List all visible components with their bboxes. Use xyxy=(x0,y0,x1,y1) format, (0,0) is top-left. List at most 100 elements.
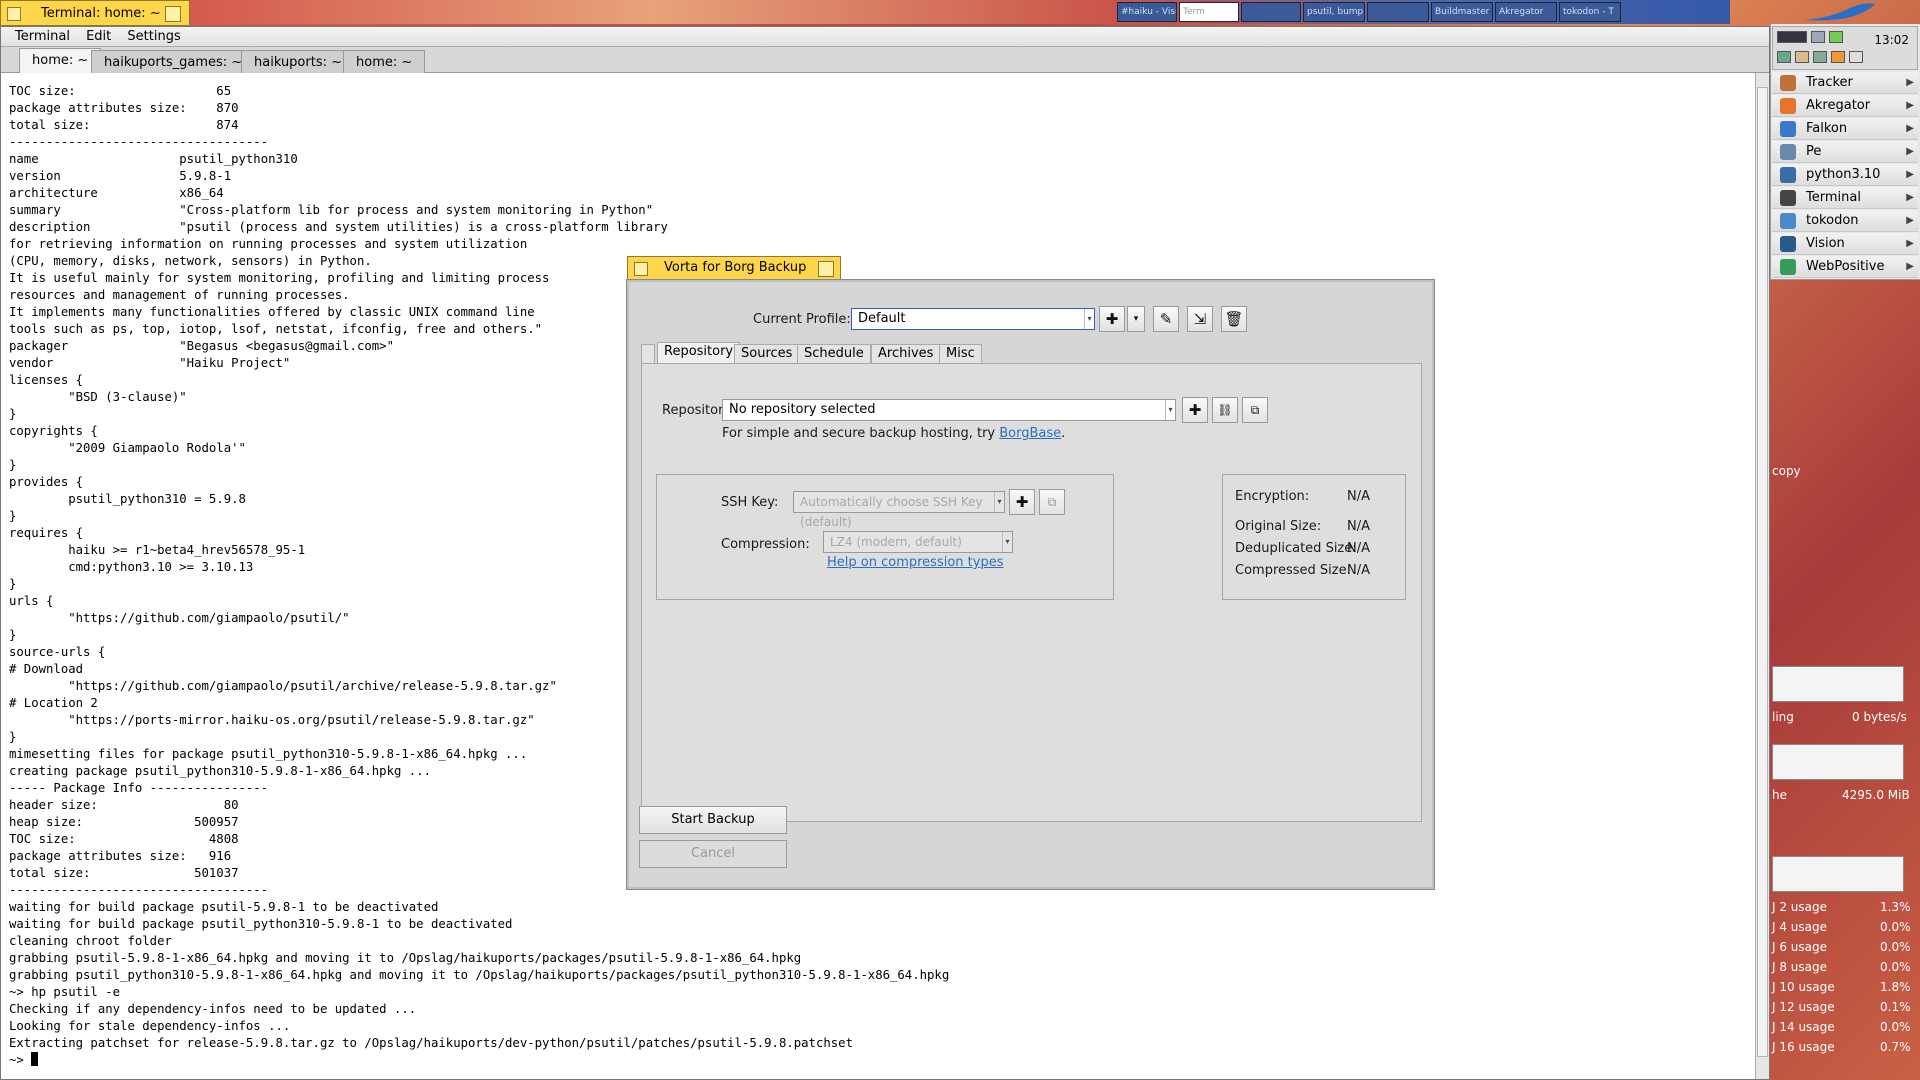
cpu-usage-label: J 2 usage xyxy=(1772,900,1828,914)
terminal-window-tab[interactable]: Terminal: home: ~ xyxy=(0,0,190,26)
terminal-line: grabbing psutil_python310-5.9.8-1-x86_64… xyxy=(9,968,950,982)
stat-value: N/A xyxy=(1347,489,1370,504)
vorta-window-tab[interactable]: Vorta for Borg Backup xyxy=(627,256,841,280)
tray-app-icon[interactable] xyxy=(1795,51,1809,63)
thumb-window[interactable]: #haiku - Visi xyxy=(1117,2,1177,22)
chevron-down-icon: ▾ xyxy=(1084,309,1094,329)
add-ssh-key-button[interactable]: ✚ xyxy=(1009,489,1035,515)
deskbar-tray: 13:02 xyxy=(1772,26,1918,70)
tray-app-icon[interactable] xyxy=(1777,51,1791,63)
delete-profile-button[interactable]: 🗑 xyxy=(1221,306,1247,332)
stat-value: N/A xyxy=(1347,519,1370,534)
menu-settings[interactable]: Settings xyxy=(121,27,186,47)
deskbar-item-falkon[interactable]: Falkon ▶ xyxy=(1772,118,1918,140)
network-icon[interactable] xyxy=(1811,31,1825,43)
cpu-usage-label: J 6 usage xyxy=(1772,940,1828,954)
ssh-key-select[interactable]: Automatically choose SSH Key (default) ▾ xyxy=(793,491,1005,529)
thumb-window[interactable]: Akregator xyxy=(1495,2,1557,22)
compression-help-link[interactable]: Help on compression types xyxy=(827,555,1003,570)
borgbase-link[interactable]: BorgBase xyxy=(999,426,1061,441)
tray-app-icon[interactable] xyxy=(1849,51,1863,63)
repo-settings-group: SSH Key: Automatically choose SSH Key (d… xyxy=(656,474,1114,600)
deskbar-item-webpositive[interactable]: WebPositive ▶ xyxy=(1772,256,1918,278)
terminal-line: total size: 874 xyxy=(9,118,239,132)
deskbar-item-akregator[interactable]: Akregator ▶ xyxy=(1772,95,1918,117)
thumb-window[interactable]: tokodon - T xyxy=(1559,2,1621,22)
terminal-line: cleaning chroot folder xyxy=(9,934,172,948)
add-repository-button[interactable]: ✚ xyxy=(1182,397,1208,423)
thumb-window[interactable]: Buildmaster xyxy=(1431,2,1493,22)
compression-select[interactable]: LZ4 (modern, default) ▾ xyxy=(823,531,1013,553)
terminal-scrollbar[interactable] xyxy=(1755,73,1769,1079)
edit-profile-button[interactable]: ✎ xyxy=(1153,306,1179,332)
side-he-label: he xyxy=(1772,788,1787,802)
chevron-down-icon: ▾ xyxy=(1165,400,1175,420)
deskbar-item-label: Vision xyxy=(1806,236,1845,251)
hosting-hint-end: . xyxy=(1061,426,1066,441)
unlink-repository-button[interactable]: ⛓ xyxy=(1212,397,1238,423)
workspace-icon[interactable] xyxy=(1777,31,1807,43)
thumb-window[interactable] xyxy=(1241,2,1301,22)
tab-haikuports[interactable]: haikuports: ~ xyxy=(241,50,356,73)
scrollbar-thumb[interactable] xyxy=(1757,87,1768,1057)
tray-app-icon[interactable] xyxy=(1813,51,1827,63)
cpu-usage-label: J 14 usage xyxy=(1772,1020,1835,1034)
close-icon[interactable] xyxy=(7,7,21,21)
deskbar-item-vision[interactable]: Vision ▶ xyxy=(1772,233,1918,255)
tokodon-icon xyxy=(1780,213,1796,229)
chevron-right-icon: ▶ xyxy=(1906,238,1914,249)
terminal-line: Checking if any dependency-infos need to… xyxy=(9,1002,417,1016)
tab-schedule[interactable]: Schedule xyxy=(797,344,871,364)
profile-menu-button[interactable]: ▾ xyxy=(1127,306,1145,332)
terminal-line: ~> hp psutil -e xyxy=(9,985,121,999)
repository-select[interactable]: No repository selected ▾ xyxy=(722,399,1176,421)
chevron-right-icon: ▶ xyxy=(1906,215,1914,226)
deskbar-item-tracker[interactable]: Tracker ▶ xyxy=(1772,72,1918,94)
terminal-line: name psutil_python310 xyxy=(9,152,298,166)
copy-repository-button[interactable]: ⧉ xyxy=(1242,397,1268,423)
tab-sources[interactable]: Sources xyxy=(734,344,800,364)
export-profile-button[interactable]: ⇲ xyxy=(1187,306,1213,332)
vision-icon xyxy=(1780,236,1796,252)
deskbar-item-tokodon[interactable]: tokodon ▶ xyxy=(1772,210,1918,232)
cpu-usage-label: J 12 usage xyxy=(1772,1000,1835,1014)
python-icon xyxy=(1780,167,1796,183)
chevron-down-icon: ▾ xyxy=(1002,532,1012,552)
deskbar-item-terminal[interactable]: Terminal ▶ xyxy=(1772,187,1918,209)
haiku-leaf-icon[interactable] xyxy=(1800,0,1880,26)
menu-edit[interactable]: Edit xyxy=(80,27,117,47)
battery-icon[interactable] xyxy=(1829,31,1843,43)
thumb-window[interactable] xyxy=(1367,2,1429,22)
tab-archives[interactable]: Archives xyxy=(871,344,941,364)
deskbar-item-python[interactable]: python3.10 ▶ xyxy=(1772,164,1918,186)
terminal-tab-bar: home: ~ haikuports_games: ~ haikuports: … xyxy=(1,47,1769,73)
terminal-line: Looking for stale dependency-infos ... xyxy=(9,1019,291,1033)
rss-icon xyxy=(1780,98,1796,114)
terminal-prompt-line[interactable]: ~> xyxy=(9,1052,1749,1069)
tab-home-1[interactable]: home: ~ xyxy=(19,48,102,73)
zoom-icon[interactable] xyxy=(818,261,834,277)
tab-misc[interactable]: Misc xyxy=(939,344,982,364)
add-profile-button[interactable]: ✚ xyxy=(1099,306,1125,332)
thumb-window[interactable]: psutil, bump xyxy=(1303,2,1365,22)
tab-repository[interactable]: Repository xyxy=(657,342,741,364)
start-backup-button[interactable]: Start Backup xyxy=(639,806,787,834)
thumb-window[interactable]: Term xyxy=(1179,2,1239,22)
cpu-usage-value: 0.1% xyxy=(1880,1000,1911,1014)
side-ling-label: ling xyxy=(1772,710,1794,724)
deskbar-item-pe[interactable]: Pe ▶ xyxy=(1772,141,1918,163)
tray-app-icon[interactable] xyxy=(1831,51,1845,63)
profile-select[interactable]: Default ▾ xyxy=(851,308,1095,330)
zoom-icon[interactable] xyxy=(165,6,181,22)
close-icon[interactable] xyxy=(634,262,648,276)
copy-ssh-key-button[interactable]: ⧉ xyxy=(1039,489,1065,515)
cancel-button[interactable]: Cancel xyxy=(639,840,787,868)
tracker-icon xyxy=(1780,75,1796,91)
menu-terminal[interactable]: Terminal xyxy=(9,27,76,47)
terminal-line: architecture x86_64 xyxy=(9,186,224,200)
tab-haikuports-games[interactable]: haikuports_games: ~ xyxy=(91,50,256,73)
clock[interactable]: 13:02 xyxy=(1874,33,1909,47)
ssh-key-label: SSH Key: xyxy=(721,495,779,510)
tab-home-2[interactable]: home: ~ xyxy=(343,50,426,73)
chevron-right-icon: ▶ xyxy=(1906,77,1914,88)
